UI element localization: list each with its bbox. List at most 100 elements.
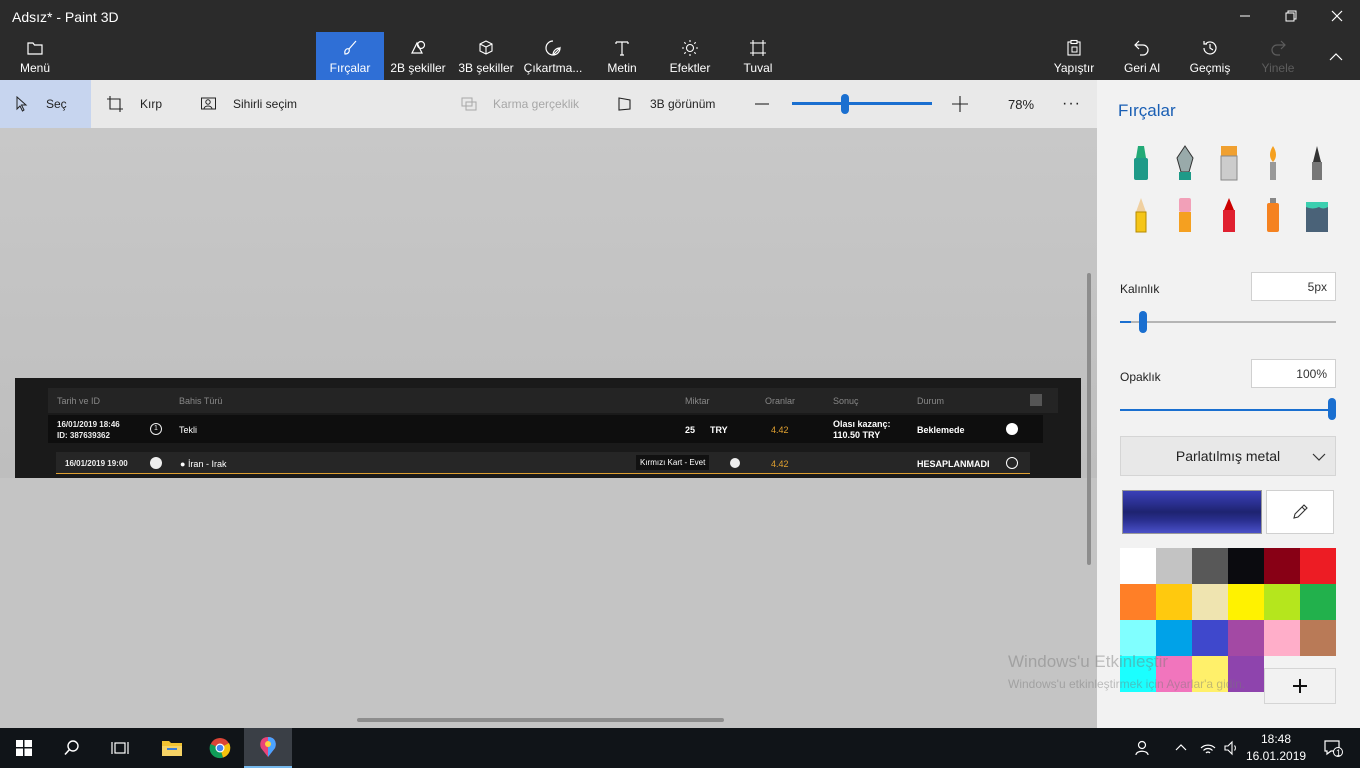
zoom-slider-track[interactable]	[792, 102, 932, 105]
row1-currency: TRY	[710, 425, 728, 435]
zoom-out-button[interactable]	[754, 80, 774, 128]
palette-swatch[interactable]	[1300, 548, 1336, 584]
current-color-swatch[interactable]	[1122, 490, 1262, 534]
thickness-label: Kalınlık	[1120, 282, 1160, 296]
history-icon	[1203, 41, 1217, 55]
eyedropper-button[interactable]	[1266, 490, 1334, 534]
tab-3d-shapes[interactable]: 3B şekiller	[454, 32, 518, 80]
material-dropdown[interactable]: Parlatılmış metal	[1120, 436, 1336, 476]
palette-swatch[interactable]	[1192, 548, 1228, 584]
search-button[interactable]	[48, 728, 96, 768]
palette-swatch[interactable]	[1264, 548, 1300, 584]
tab-stickers[interactable]: Çıkartma...	[522, 32, 584, 80]
opacity-slider-thumb[interactable]	[1328, 398, 1336, 420]
pencil-icon[interactable]	[1127, 196, 1155, 236]
table-row: 16/01/2019 18:46 ID: 387639362 1 Tekli 2…	[48, 415, 1043, 443]
tab-text[interactable]: Metin	[594, 32, 650, 80]
people-button[interactable]	[1122, 728, 1162, 768]
paint-3d-button[interactable]	[244, 728, 292, 768]
menu-button[interactable]: Menü	[10, 32, 60, 80]
calligraphy-pen-icon[interactable]	[1171, 144, 1199, 184]
task-view-button[interactable]	[96, 728, 144, 768]
select-tool[interactable]: Seç	[0, 80, 91, 128]
marker-brush-icon[interactable]	[1127, 144, 1155, 184]
row2-match: ● İran - Irak	[180, 459, 227, 469]
palette-swatch[interactable]	[1120, 548, 1156, 584]
palette-swatch[interactable]	[1228, 548, 1264, 584]
palette-swatch[interactable]	[1300, 620, 1336, 656]
volume-button[interactable]	[1220, 728, 1244, 768]
tab-text-label: Metin	[607, 61, 637, 75]
palette-swatch[interactable]	[1120, 620, 1156, 656]
mixed-reality-button[interactable]: Karma gerçeklik	[460, 80, 590, 128]
collapse-ribbon-button[interactable]	[1316, 32, 1356, 80]
more-options-button[interactable]: ···	[1062, 80, 1086, 128]
redo-button[interactable]: Yinele	[1250, 32, 1306, 80]
vertical-scrollbar[interactable]	[1087, 273, 1091, 565]
palette-swatch[interactable]	[1192, 584, 1228, 620]
palette-swatch[interactable]	[1228, 620, 1264, 656]
tab-canvas-label: Tuval	[743, 61, 773, 75]
palette-swatch[interactable]	[1264, 584, 1300, 620]
tab-effects-label: Efektler	[669, 61, 711, 75]
restore-icon	[1285, 10, 1297, 22]
palette-swatch[interactable]	[1156, 620, 1192, 656]
restore-button[interactable]	[1268, 0, 1314, 32]
oil-brush-icon[interactable]	[1215, 144, 1243, 184]
close-icon	[1331, 10, 1343, 22]
taskbar: 18:48 16.01.2019 1	[0, 728, 1360, 768]
select-label: Seç	[46, 97, 67, 111]
tab-effects[interactable]: Efektler	[662, 32, 718, 80]
view-3d-button[interactable]: 3B görünüm	[616, 80, 726, 128]
thickness-slider-thumb[interactable]	[1138, 311, 1147, 333]
eraser-icon[interactable]	[1171, 196, 1199, 236]
palette-swatch[interactable]	[1156, 584, 1192, 620]
canvas-image[interactable]: Tarih ve ID Bahis Türü Miktar Oranlar So…	[15, 378, 1081, 478]
watercolor-brush-icon[interactable]	[1259, 144, 1287, 184]
minimize-button[interactable]	[1222, 0, 1268, 32]
history-button[interactable]: Geçmiş	[1182, 32, 1238, 80]
collapse-icon[interactable]	[1030, 394, 1042, 406]
palette-swatch[interactable]	[1264, 620, 1300, 656]
zoom-in-button[interactable]	[951, 80, 971, 128]
add-color-button[interactable]	[1264, 668, 1336, 704]
opacity-input[interactable]: 100%	[1251, 359, 1336, 388]
magic-select-tool[interactable]: Sihirli seçim	[200, 80, 310, 128]
thickness-slider-track[interactable]	[1120, 321, 1336, 323]
people-icon	[1135, 740, 1149, 756]
palette-swatch[interactable]	[1192, 620, 1228, 656]
show-hidden-icons-button[interactable]	[1168, 728, 1194, 768]
paste-button[interactable]: Yapıştır	[1046, 32, 1102, 80]
palette-swatch[interactable]	[1156, 548, 1192, 584]
ellipsis-icon: ···	[1062, 95, 1081, 112]
palette-swatch[interactable]	[1120, 584, 1156, 620]
crop-tool[interactable]: Kırp	[106, 80, 186, 128]
horizontal-scrollbar[interactable]	[357, 718, 724, 722]
crayon-icon[interactable]	[1215, 196, 1243, 236]
close-button[interactable]	[1314, 0, 1360, 32]
tab-canvas[interactable]: Tuval	[730, 32, 786, 80]
thickness-input[interactable]: 5px	[1251, 272, 1336, 301]
palette-swatch[interactable]	[1300, 584, 1336, 620]
fill-bucket-icon[interactable]	[1303, 196, 1331, 236]
undo-button[interactable]: Geri Al	[1114, 32, 1170, 80]
start-button[interactable]	[0, 728, 48, 768]
spray-can-icon[interactable]	[1259, 196, 1287, 236]
row1-date: 16/01/2019 18:46	[57, 420, 120, 429]
action-center-button[interactable]: 1	[1310, 728, 1356, 768]
pixel-pen-icon[interactable]	[1303, 144, 1331, 184]
network-button[interactable]	[1196, 728, 1220, 768]
clock-time[interactable]: 18:48	[1248, 732, 1304, 746]
tab-2d-shapes[interactable]: 2B şekiller	[386, 32, 450, 80]
mixed-reality-icon	[461, 97, 477, 111]
clock-date[interactable]: 16.01.2019	[1246, 749, 1306, 763]
chrome-button[interactable]	[196, 728, 244, 768]
zoom-slider-thumb[interactable]	[841, 94, 850, 114]
plus-icon	[952, 96, 968, 112]
undo-label: Geri Al	[1123, 61, 1160, 75]
file-explorer-button[interactable]	[148, 728, 196, 768]
palette-swatch[interactable]	[1228, 584, 1264, 620]
panel-title: Fırçalar	[1118, 101, 1176, 120]
zoom-value[interactable]: 78%	[1008, 80, 1048, 128]
tab-brushes[interactable]: Fırçalar	[316, 32, 384, 80]
